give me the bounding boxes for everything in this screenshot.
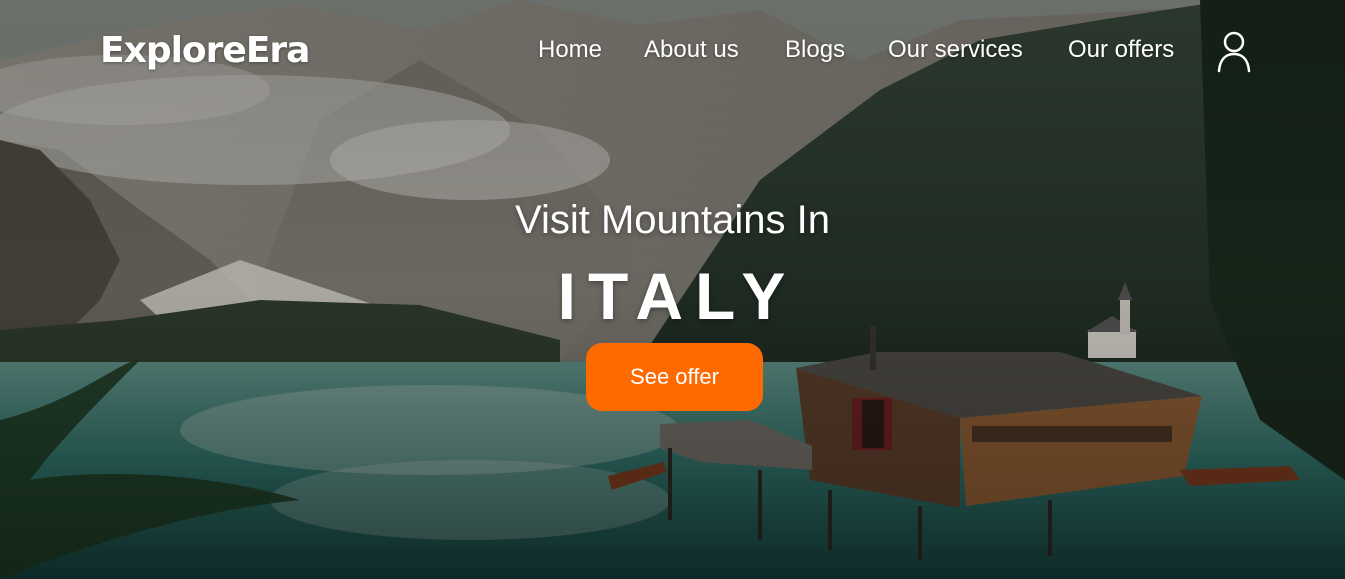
nav-menu: Home About us Blogs Our services Our off… bbox=[0, 36, 1345, 70]
see-offer-button[interactable]: See offer bbox=[586, 343, 763, 411]
hero-country: ITALY bbox=[557, 259, 798, 333]
nav-item-about-us[interactable]: About us bbox=[644, 36, 739, 64]
nav-item-our-services[interactable]: Our services bbox=[888, 36, 1023, 64]
user-icon[interactable] bbox=[1214, 30, 1254, 74]
hero-headline: Visit Mountains In bbox=[515, 198, 830, 242]
nav-item-home[interactable]: Home bbox=[538, 36, 602, 64]
hero-section: ExploreEra Home About us Blogs Our servi… bbox=[0, 0, 1345, 579]
top-navigation: ExploreEra Home About us Blogs Our servi… bbox=[0, 0, 1345, 100]
nav-item-blogs[interactable]: Blogs bbox=[785, 36, 845, 64]
nav-item-our-offers[interactable]: Our offers bbox=[1068, 36, 1174, 64]
